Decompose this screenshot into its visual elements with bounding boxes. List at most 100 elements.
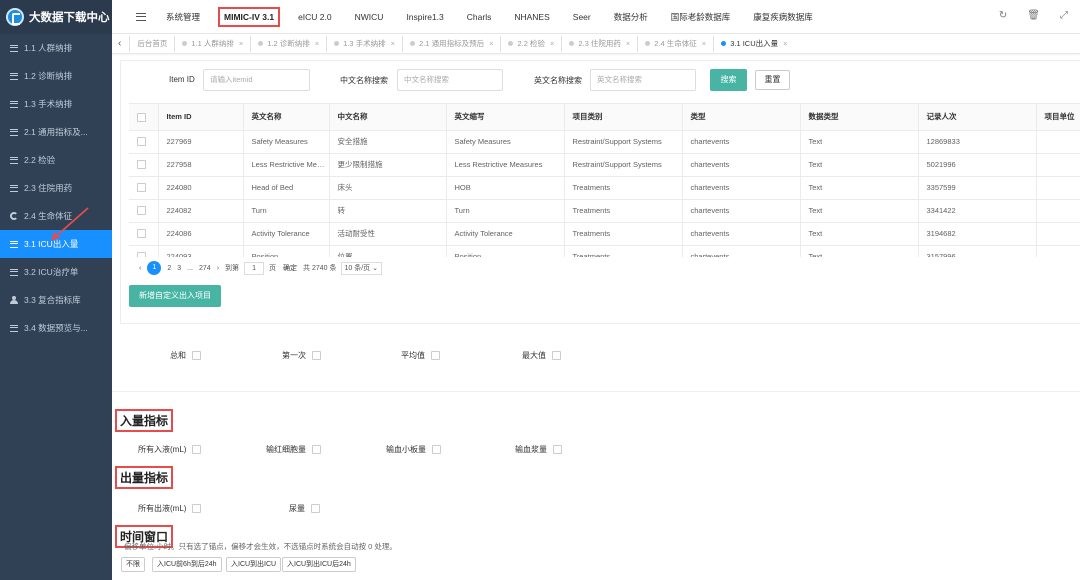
row-checkbox[interactable] [137, 183, 146, 193]
tag-1-3[interactable]: 1.3 手术纳排 × [326, 35, 402, 52]
row-checkbox[interactable] [137, 229, 146, 239]
output-all-option[interactable]: 所有出液(mL) [138, 503, 202, 514]
sidebar-item-3-1[interactable]: 3.1 ICU出入量 [0, 230, 112, 258]
nav-tab-charls[interactable]: Charls [467, 12, 492, 22]
nav-tab-system[interactable]: 系统管理 [166, 11, 200, 23]
col-header[interactable]: Item ID [158, 104, 244, 131]
agg-mean-checkbox[interactable] [431, 351, 440, 360]
sidebar-item-1-2[interactable]: 1.2 诊断纳排 [0, 62, 112, 90]
col-header[interactable]: 数据类型 [800, 104, 919, 131]
table-row[interactable]: 224086 Activity Tolerance 活动耐受性 Activity… [129, 222, 1080, 246]
tag-2-4[interactable]: 2.4 生命体征 × [637, 35, 713, 52]
trash-icon[interactable]: 🗑︎ [1027, 10, 1040, 21]
col-header[interactable]: 中文名称 [329, 104, 447, 131]
page-size-select[interactable]: 10 条/页 ⌄ [340, 261, 383, 275]
agg-first-checkbox[interactable] [312, 351, 321, 360]
prev-page-icon[interactable]: ‹ [139, 265, 141, 272]
close-icon[interactable]: × [783, 39, 787, 48]
page-number[interactable]: 2 [167, 265, 171, 272]
reset-button[interactable]: 重置 [755, 70, 790, 90]
col-header[interactable]: 类型 [682, 104, 801, 131]
col-header[interactable]: 英文名称 [243, 104, 330, 131]
tag-2-3[interactable]: 2.3 住院用药 × [561, 35, 637, 52]
col-header[interactable]: 项目单位 [1036, 104, 1080, 131]
intake-platelet-option[interactable]: 输血小板量 [386, 444, 441, 455]
search-button[interactable]: 搜索 [710, 69, 747, 91]
sidebar-item-2-4[interactable]: 2.4 生命体征 [0, 202, 112, 230]
agg-sum-option[interactable]: 总和 [170, 350, 201, 361]
close-icon[interactable]: × [626, 39, 630, 48]
cn-name-input[interactable]: 中文名称搜索 [397, 69, 503, 91]
nav-tab-inspire[interactable]: Inspire1.3 [406, 12, 443, 22]
sidebar-item-1-3[interactable]: 1.3 手术纳排 [0, 90, 112, 118]
close-icon[interactable]: × [315, 39, 319, 48]
intake-rbc-checkbox[interactable] [312, 445, 321, 454]
itemid-input[interactable]: 请输入itemid [203, 69, 310, 91]
table-row[interactable]: 227958 Less Restrictive Measures 更少限制措施 … [129, 153, 1080, 177]
sidebar-item-3-3[interactable]: 3.3 复合指标库 [0, 286, 112, 314]
intake-all-checkbox[interactable] [192, 445, 202, 454]
sidebar-item-3-4[interactable]: 3.4 数据预览与... [0, 314, 112, 342]
output-urine-checkbox[interactable] [311, 504, 320, 513]
sidebar-item-2-2[interactable]: 2.2 检验 [0, 146, 112, 174]
row-checkbox[interactable] [137, 252, 146, 257]
en-name-input[interactable]: 英文名称搜索 [590, 69, 696, 91]
sidebar-item-2-1[interactable]: 2.1 通用指标及... [0, 118, 112, 146]
tag-1-2[interactable]: 1.2 诊断纳排 × [250, 35, 326, 52]
page-number[interactable]: 274 [199, 265, 211, 272]
time-chip-pre6h-post24h[interactable]: 入ICU前6h到后24h [152, 557, 222, 572]
col-header[interactable]: 项目类别 [564, 104, 683, 131]
tags-scroll-left-icon[interactable]: ‹ [118, 38, 121, 49]
col-header[interactable]: 记录人次 [918, 104, 1037, 131]
nav-tab-seer[interactable]: Seer [573, 12, 591, 22]
row-checkbox[interactable] [137, 206, 146, 216]
goto-page-input[interactable]: 1 [244, 261, 265, 275]
close-icon[interactable]: × [391, 39, 395, 48]
agg-sum-checkbox[interactable] [192, 351, 201, 360]
tag-2-1[interactable]: 2.1 通用指标及预后 × [402, 35, 500, 52]
refresh-icon[interactable]: ↻ [999, 10, 1007, 21]
output-all-checkbox[interactable] [192, 504, 202, 513]
app-logo[interactable]: 大数据下载中心 [0, 0, 112, 34]
close-icon[interactable]: × [239, 39, 243, 48]
agg-mean-option[interactable]: 平均值 [401, 350, 440, 361]
nav-tab-analysis[interactable]: 数据分析 [614, 11, 648, 23]
col-header[interactable]: 英文缩写 [446, 104, 565, 131]
sidebar-item-1-1[interactable]: 1.1 人群纳排 [0, 34, 112, 62]
intake-all-option[interactable]: 所有入液(mL) [138, 444, 202, 455]
close-icon[interactable]: × [550, 39, 554, 48]
nav-tab-eicu[interactable]: eICU 2.0 [298, 12, 332, 22]
intake-rbc-option[interactable]: 输红细胞量 [266, 444, 321, 455]
next-page-icon[interactable]: › [217, 265, 219, 272]
close-icon[interactable]: × [702, 39, 706, 48]
table-row[interactable]: 224080 Head of Bed 床头 HOB Treatments cha… [129, 176, 1080, 200]
select-all-checkbox[interactable] [137, 112, 146, 122]
time-chip-icu-in-out[interactable]: 入ICU到出ICU [226, 557, 282, 572]
nav-tab-nhanes[interactable]: NHANES [514, 12, 549, 22]
add-custom-item-button[interactable]: 新增自定义出入项目 [129, 285, 221, 307]
expand-icon[interactable]: ⤢ [1060, 10, 1068, 21]
row-checkbox[interactable] [137, 160, 146, 170]
tag-1-1[interactable]: 1.1 人群纳排 × [174, 35, 250, 52]
goto-confirm-button[interactable]: 确定 [283, 263, 297, 273]
nav-tab-aging-db[interactable]: 国际老龄数据库 [671, 11, 731, 23]
agg-first-option[interactable]: 第一次 [282, 350, 321, 361]
intake-plasma-checkbox[interactable] [553, 445, 562, 454]
nav-tab-rehab-db[interactable]: 康复疾病数据库 [753, 11, 813, 23]
time-chip-icu-in-out24h[interactable]: 入ICU到出ICU后24h [282, 557, 356, 572]
output-urine-option[interactable]: 尿量 [289, 503, 320, 514]
time-chip-unlimited[interactable]: 不限 [121, 557, 145, 572]
page-ellipsis[interactable]: ... [187, 265, 193, 272]
table-row[interactable]: 227969 Safety Measures 安全措施 Safety Measu… [129, 130, 1080, 154]
table-row[interactable]: 224082 Turn 转 Turn Treatments chartevent… [129, 199, 1080, 223]
nav-tab-mimic-iv[interactable]: MIMIC-IV 3.1 [218, 6, 281, 27]
intake-plasma-option[interactable]: 输血浆量 [515, 444, 562, 455]
hamburger-icon[interactable] [136, 12, 146, 21]
tag-2-2[interactable]: 2.2 检验 × [500, 35, 561, 52]
page-number-current[interactable]: 1 [147, 261, 162, 275]
agg-max-checkbox[interactable] [552, 351, 561, 360]
sidebar-item-2-3[interactable]: 2.3 住院用药 [0, 174, 112, 202]
table-row[interactable]: 224093 Position 位置 Position Treatments c… [129, 245, 1080, 257]
row-checkbox[interactable] [137, 137, 146, 147]
close-icon[interactable]: × [489, 39, 493, 48]
